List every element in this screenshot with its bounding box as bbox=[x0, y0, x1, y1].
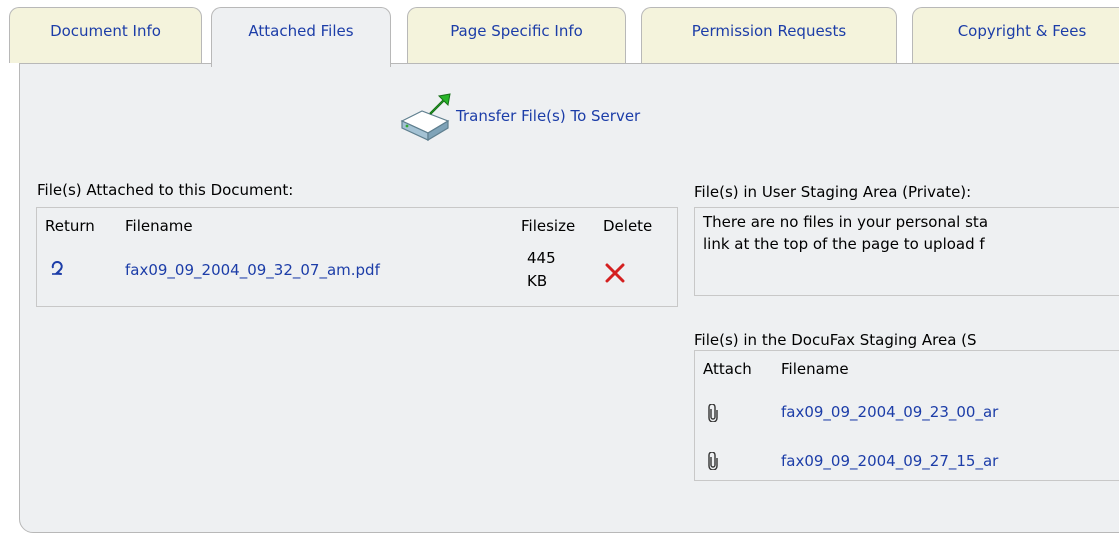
column-header-attach: Attach bbox=[703, 360, 752, 378]
tab-copyright-fees[interactable]: Copyright & Fees bbox=[912, 7, 1119, 63]
docufax-staging-table: Attach Filename fax09_09_2004_09_23_00_a… bbox=[694, 350, 1119, 481]
tab-label: Document Info bbox=[50, 22, 161, 40]
docufax-file-link[interactable]: fax09_09_2004_09_27_15_ar bbox=[781, 452, 998, 470]
user-staging-title: File(s) in User Staging Area (Private): bbox=[694, 183, 972, 201]
docufax-staging-title: File(s) in the DocuFax Staging Area (S bbox=[694, 331, 977, 349]
user-staging-message-line-1: There are no files in your personal sta bbox=[703, 213, 989, 231]
transfer-files-label: Transfer File(s) To Server bbox=[456, 107, 641, 125]
tab-bar: Document Info Attached Files Page Specif… bbox=[0, 0, 1119, 67]
tab-label: Copyright & Fees bbox=[957, 22, 1087, 40]
tab-page-specific-info[interactable]: Page Specific Info bbox=[407, 7, 626, 63]
user-staging-box: There are no files in your personal sta … bbox=[694, 207, 1119, 296]
attached-file-link[interactable]: fax09_09_2004_09_32_07_am.pdf bbox=[125, 261, 380, 279]
file-size-unit: KB bbox=[527, 272, 548, 290]
delete-x-icon[interactable] bbox=[605, 263, 625, 287]
tab-label: Permission Requests bbox=[691, 22, 847, 40]
user-staging-message-line-2: link at the top of the page to upload f bbox=[703, 235, 985, 253]
tab-permission-requests[interactable]: Permission Requests bbox=[641, 7, 897, 63]
column-header-return: Return bbox=[45, 217, 95, 235]
tab-label: Page Specific Info bbox=[450, 22, 583, 40]
tab-label: Attached Files bbox=[248, 22, 354, 40]
upload-drive-icon bbox=[400, 93, 451, 141]
return-icon[interactable] bbox=[50, 260, 64, 280]
docufax-file-link[interactable]: fax09_09_2004_09_23_00_ar bbox=[781, 403, 998, 421]
transfer-files-button[interactable]: Transfer File(s) To Server bbox=[398, 90, 640, 142]
attached-files-title: File(s) Attached to this Document: bbox=[37, 181, 294, 199]
paperclip-icon[interactable] bbox=[707, 403, 719, 426]
column-header-filesize: Filesize bbox=[521, 217, 576, 235]
paperclip-icon[interactable] bbox=[707, 451, 719, 474]
column-header-filename: Filename bbox=[781, 360, 849, 378]
file-size-value: 445 bbox=[527, 249, 556, 267]
attached-files-table: Return Filename Filesize Delete fax09_09… bbox=[36, 207, 678, 307]
column-header-delete: Delete bbox=[603, 217, 653, 235]
tab-document-info[interactable]: Document Info bbox=[9, 7, 202, 63]
column-header-filename: Filename bbox=[125, 217, 193, 235]
tab-attached-files[interactable]: Attached Files bbox=[211, 7, 391, 67]
